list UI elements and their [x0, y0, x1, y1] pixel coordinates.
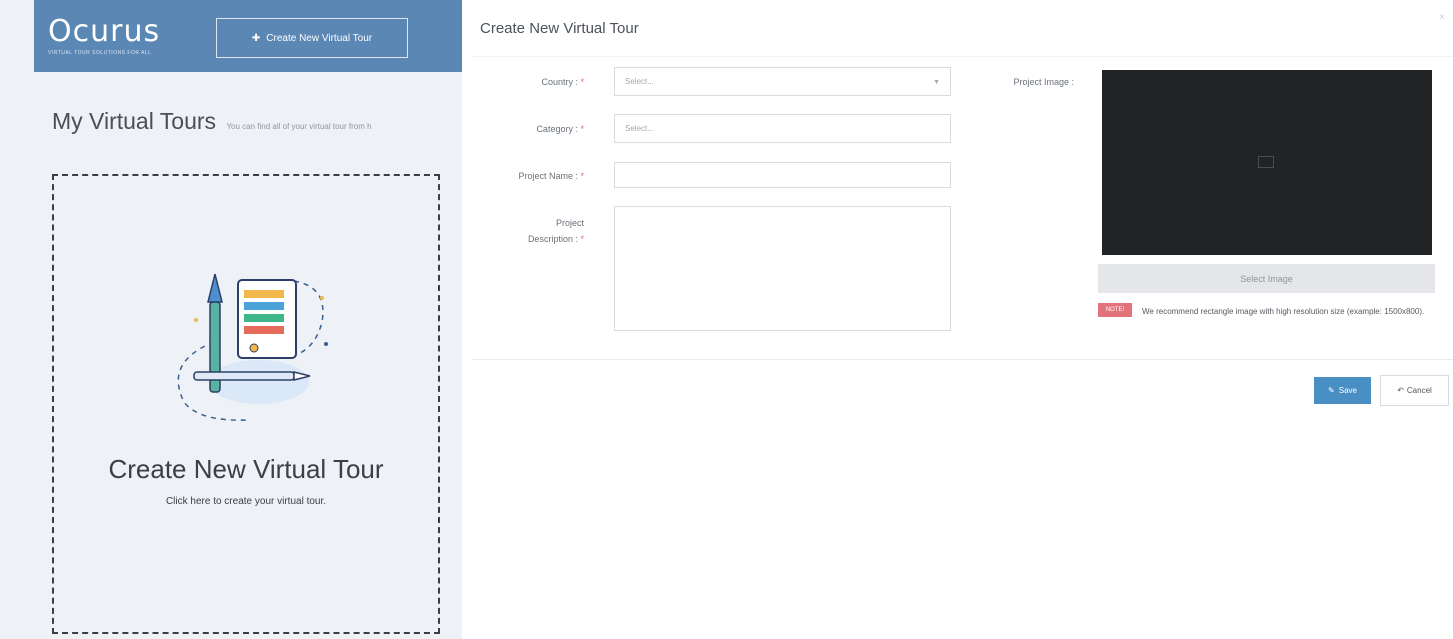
page-title-text: My Virtual Tours [52, 108, 217, 134]
note-badge: NOTE! [1098, 303, 1132, 317]
country-placeholder: Select... [625, 77, 654, 86]
project-description-textarea[interactable] [614, 206, 951, 331]
logo: Ocurus [48, 14, 161, 49]
page-title: My Virtual Tours You can find all of you… [52, 108, 372, 135]
category-select[interactable]: Select... [614, 114, 951, 143]
chevron-down-icon: ▼ [933, 79, 940, 86]
modal-header-divider [472, 56, 1453, 57]
save-button-label: Save [1338, 386, 1357, 395]
create-tour-card[interactable]: Create New Virtual Tour Click here to cr… [52, 174, 440, 634]
logo-tagline: VIRTUAL TOUR SOLUTIONS FOR ALL [48, 50, 152, 56]
image-placeholder-icon [1258, 156, 1274, 168]
project-image-label: Project Image : [1013, 77, 1074, 87]
create-virtual-tour-button-label: Create New Virtual Tour [266, 32, 373, 44]
save-icon: ✎ [1328, 386, 1335, 395]
palette-illustration-icon [177, 273, 328, 421]
undo-icon: ↶ [1397, 386, 1404, 395]
select-image-button[interactable]: Select Image [1098, 264, 1435, 293]
save-button[interactable]: ✎ Save [1314, 377, 1371, 404]
page-subtitle: You can find all of your virtual tour fr… [226, 122, 372, 131]
background-page: Ocurus VIRTUAL TOUR SOLUTIONS FOR ALL ✚ … [0, 0, 462, 639]
image-note-text: We recommend rectangle image with high r… [1142, 307, 1425, 316]
project-image-preview [1102, 70, 1432, 255]
country-select[interactable]: Select... ▼ [614, 67, 951, 96]
modal-title: Create New Virtual Tour [480, 20, 639, 37]
project-name-label: Project Name : * [518, 171, 584, 181]
project-description-label: Project Description : * [527, 218, 584, 244]
card-subtitle: Click here to create your virtual tour. [165, 496, 327, 507]
create-tour-modal: Create New Virtual Tour × Country : * Se… [462, 0, 1453, 639]
category-placeholder: Select... [625, 124, 654, 133]
plus-icon: ✚ [251, 32, 261, 44]
cancel-button-label: Cancel [1406, 386, 1432, 395]
close-icon[interactable]: × [1439, 12, 1445, 23]
modal-footer-divider [472, 359, 1453, 360]
project-name-input[interactable] [614, 162, 951, 188]
card-title: Create New Virtual Tour [108, 454, 384, 484]
create-virtual-tour-button[interactable]: ✚ Create New Virtual Tour [216, 18, 408, 58]
top-navbar: Ocurus VIRTUAL TOUR SOLUTIONS FOR ALL ✚ … [34, 0, 462, 72]
country-label: Country : * [541, 77, 584, 87]
category-label: Category : * [536, 124, 584, 134]
cancel-button[interactable]: ↶ Cancel [1380, 375, 1449, 406]
